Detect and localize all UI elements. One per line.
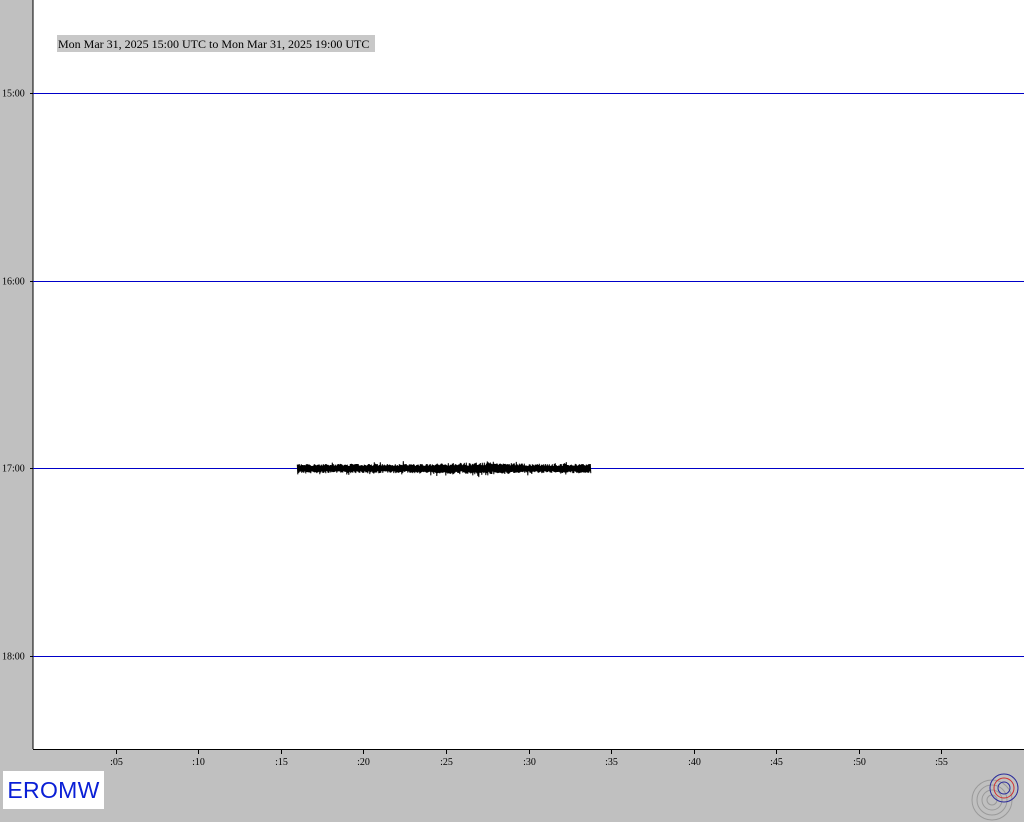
x-tick-label: :10: [192, 757, 205, 768]
helicorder-plot: 15:00 16:00 17:00 18:00 :05 :10 :15 :20 :25 :30:…: [2, 0, 1024, 768]
seismograph-logo-icon: [971, 773, 1019, 821]
x-tick-label: :45: [770, 757, 783, 768]
y-tick-label: 18:00: [2, 652, 25, 663]
x-tick-label: :25: [440, 757, 453, 768]
x-tick-label: :20: [357, 757, 370, 768]
x-tick-label: :05: [110, 757, 123, 768]
plot-area: [33, 0, 1024, 749]
x-tick-label: :55: [935, 757, 948, 768]
station-label: EROMW: [3, 771, 104, 809]
y-tick-label: 16:00: [2, 277, 25, 288]
x-tick-label: :15: [275, 757, 288, 768]
chart-title-group: Mon Mar 31, 2025 15:00 UTC to Mon Mar 31…: [57, 35, 375, 52]
x-tick-label: :30: [523, 757, 536, 768]
chart-title: Mon Mar 31, 2025 15:00 UTC to Mon Mar 31…: [58, 37, 369, 51]
x-tick-label: :35: [605, 757, 618, 768]
y-tick-label: 15:00: [2, 89, 25, 100]
x-tick-label: :40: [688, 757, 701, 768]
x-ticks: :05 :10 :15 :20 :25 :30 :35 :40 :45 :50 :55: [110, 750, 948, 768]
y-tick-label: 17:00: [2, 464, 25, 475]
x-tick-label: :50: [853, 757, 866, 768]
